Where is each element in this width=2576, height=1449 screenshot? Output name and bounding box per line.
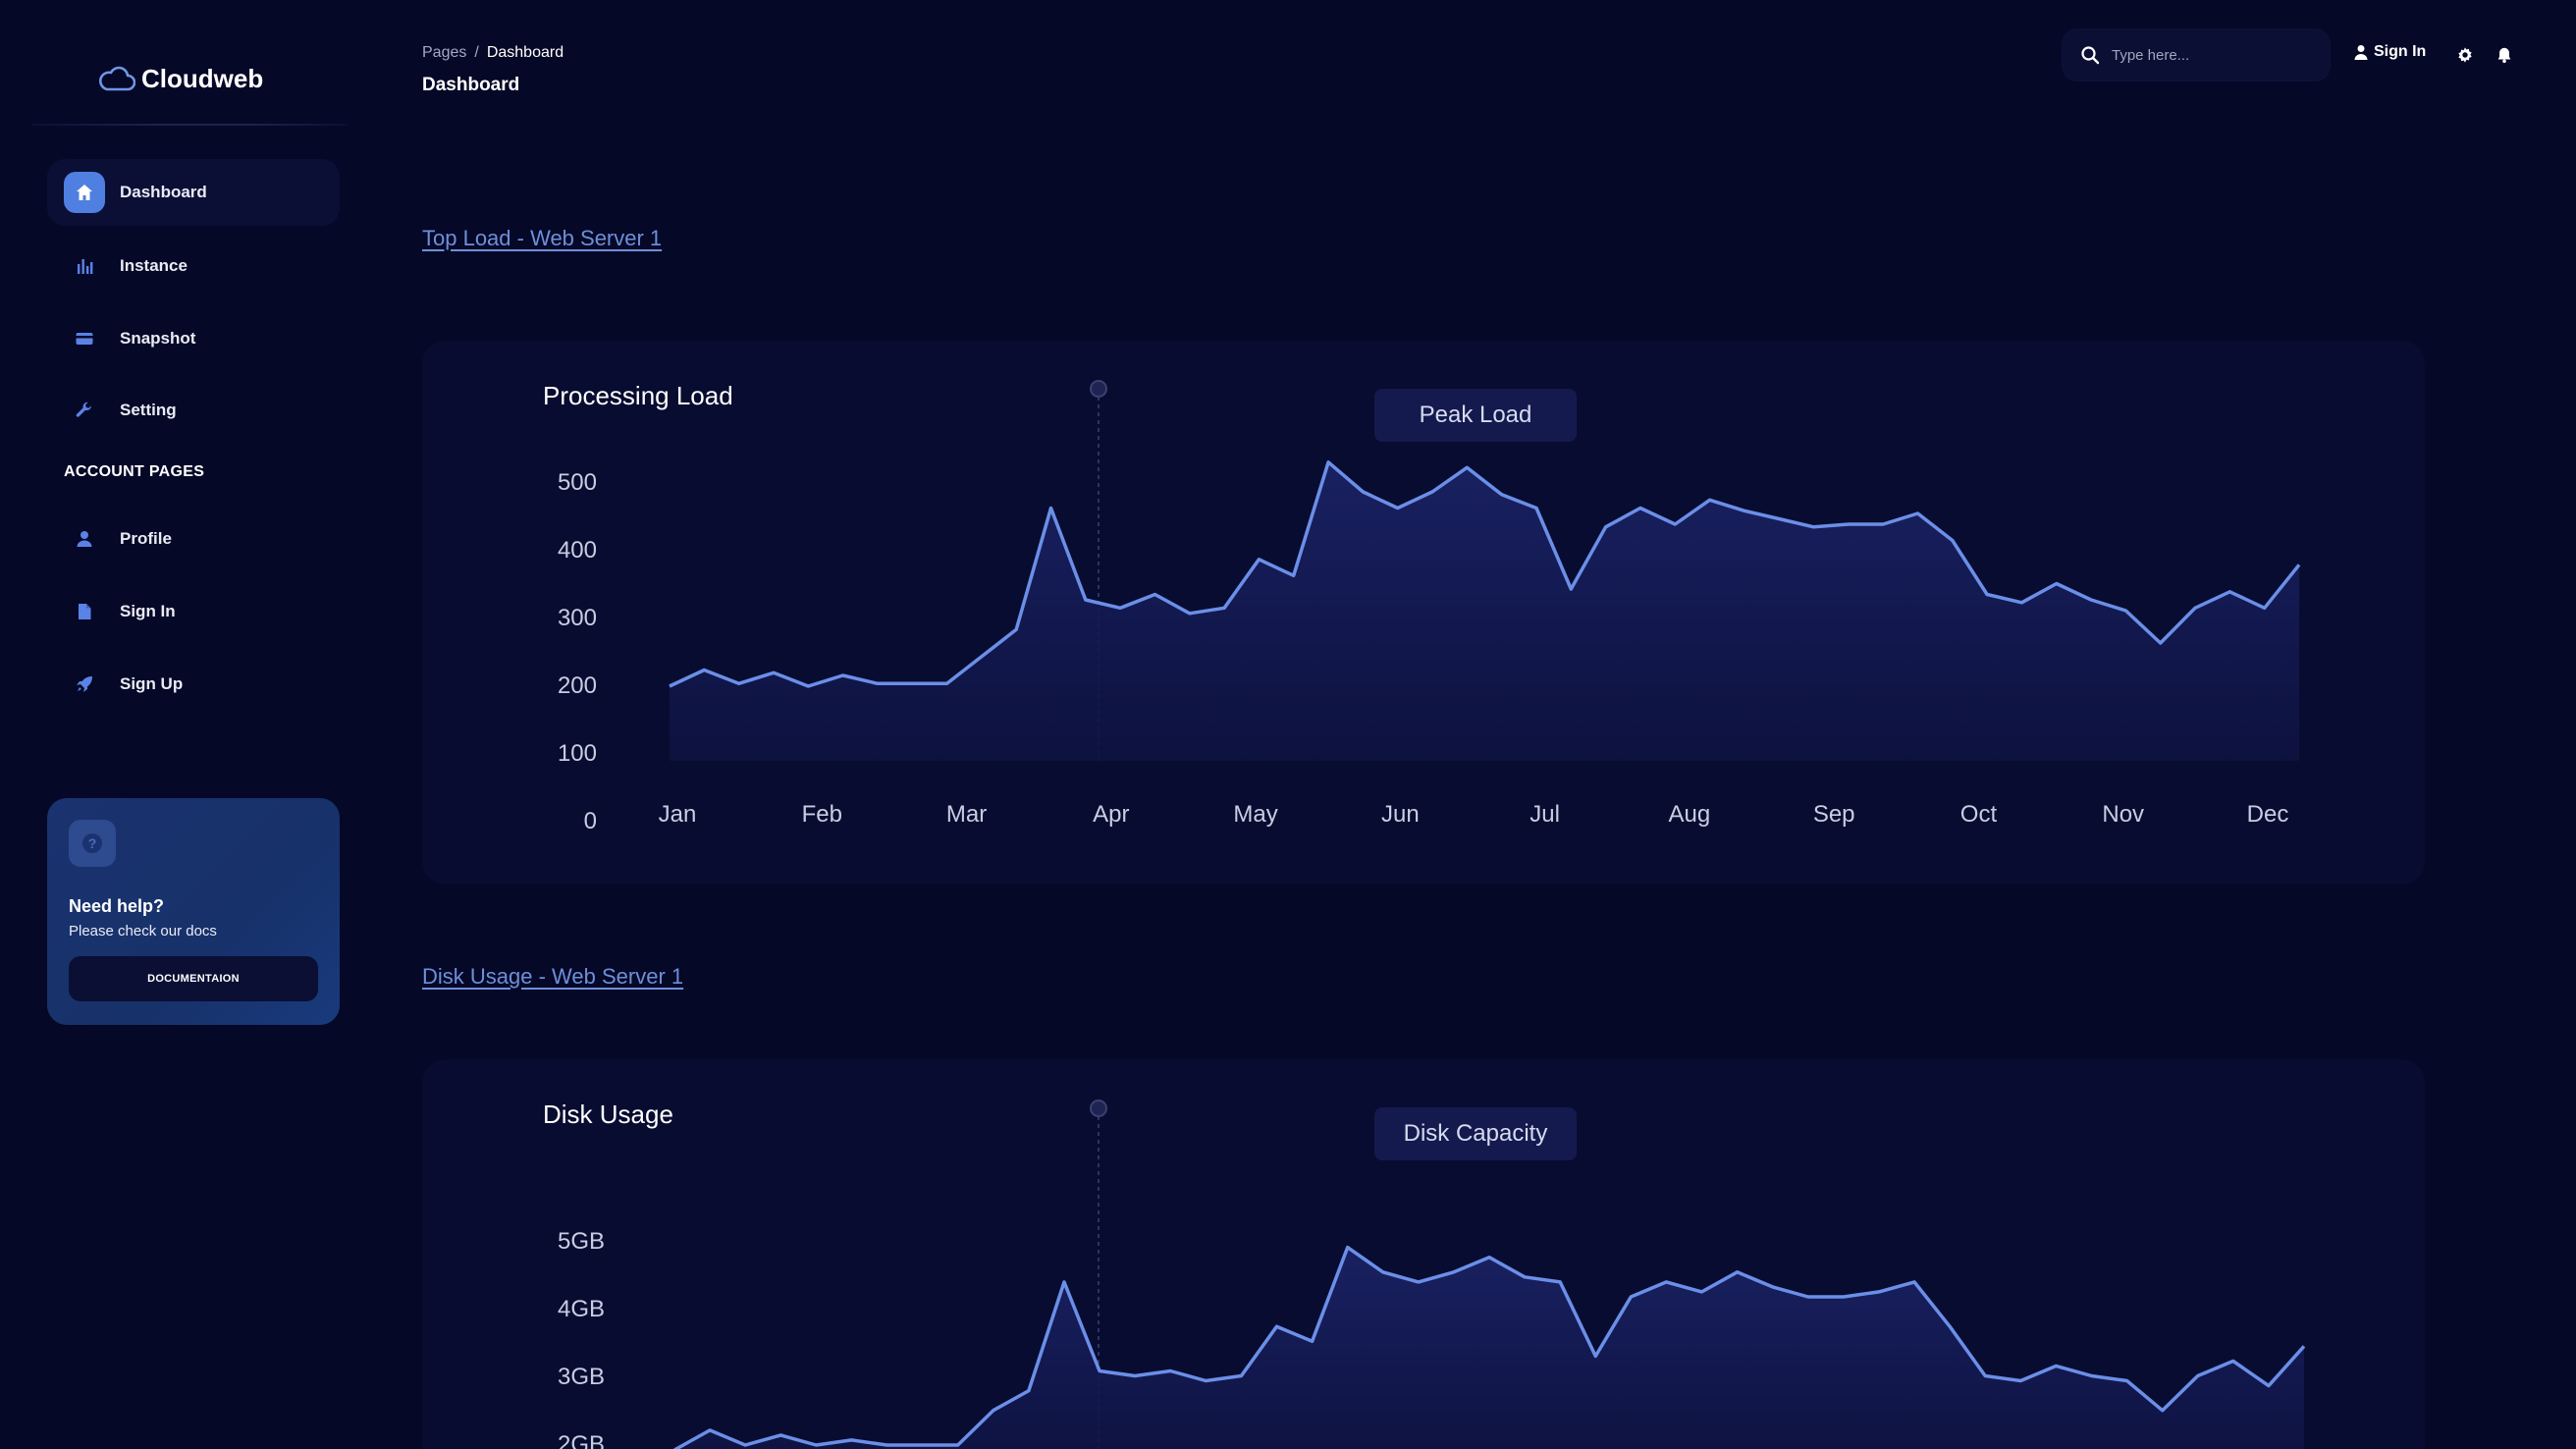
series-area — [670, 461, 2299, 761]
svg-text:?: ? — [88, 835, 97, 851]
sidebar-item-snapshot[interactable]: Snapshot — [47, 305, 340, 372]
sidebar-item-setting[interactable]: Setting — [47, 377, 340, 444]
sidebar-item-profile[interactable]: Profile — [47, 506, 340, 572]
brand-logo[interactable]: Cloudweb — [98, 59, 263, 98]
person-icon — [2354, 45, 2368, 60]
processing-load-chart: Processing Load 500 400 300 200 100 0 Jan Feb Mar… — [422, 341, 2425, 885]
chart-title: Disk Usage — [543, 1100, 673, 1129]
document-icon — [64, 591, 105, 632]
y-tick-label: 400 — [558, 537, 597, 564]
y-tick-label: 500 — [558, 469, 597, 496]
x-tick-label: Jan — [659, 801, 697, 828]
sidebar-item-dashboard[interactable]: Dashboard — [47, 159, 340, 226]
sidebar-divider — [31, 124, 348, 126]
chart-title: Processing Load — [543, 381, 733, 410]
x-tick-label: Oct — [1960, 801, 1998, 828]
credit-card-icon — [64, 318, 105, 359]
help-title: Need help? — [69, 896, 165, 916]
x-tick-label: May — [1233, 801, 1277, 828]
sidebar-item-label: Sign Up — [120, 674, 184, 693]
load-section-link[interactable]: Top Load - Web Server 1 — [422, 226, 662, 251]
wrench-icon — [64, 390, 105, 431]
y-tick-label: 5GB — [558, 1228, 605, 1255]
x-tick-label: Mar — [946, 801, 987, 828]
person-icon — [64, 518, 105, 560]
sidebar-item-label: Instance — [120, 256, 188, 275]
bar-chart-icon — [64, 245, 105, 287]
crosshair-dot — [1090, 380, 1107, 398]
documentation-button[interactable]: DOCUMENTAION — [69, 956, 318, 1001]
x-tick-label: Feb — [802, 801, 842, 828]
peak-load-legend[interactable]: Peak Load — [1374, 389, 1577, 442]
question-icon: ? — [69, 820, 116, 867]
search-input[interactable] — [2112, 46, 2308, 64]
breadcrumb-separator: / — [474, 44, 479, 61]
sidebar-item-label: Setting — [120, 401, 177, 419]
sidebar-item-sign-in[interactable]: Sign In — [47, 578, 340, 645]
search-icon — [2081, 46, 2100, 65]
help-subtitle: Please check our docs — [69, 923, 217, 939]
y-tick-label: 200 — [558, 672, 597, 699]
home-icon — [64, 172, 105, 213]
breadcrumb: Pages / Dashboard — [422, 44, 564, 62]
sidebar-item-label: Profile — [120, 529, 172, 548]
x-tick-label: Apr — [1093, 801, 1129, 828]
x-tick-label: Jul — [1530, 801, 1560, 828]
x-tick-label: Sep — [1813, 801, 1855, 828]
search-box[interactable] — [2062, 28, 2331, 81]
bell-icon[interactable] — [2496, 46, 2513, 64]
sidebar-item-instance[interactable]: Instance — [47, 233, 340, 299]
series-area — [675, 1247, 2304, 1449]
crosshair-dot — [1090, 1100, 1107, 1117]
x-tick-label: Jun — [1381, 801, 1420, 828]
disk-capacity-legend[interactable]: Disk Capacity — [1374, 1107, 1577, 1160]
cloud-icon — [98, 66, 135, 91]
page-title: Dashboard — [422, 75, 520, 95]
breadcrumb-root[interactable]: Pages — [422, 44, 466, 62]
brand-name: Cloudweb — [141, 63, 264, 93]
y-tick-label: 2GB — [558, 1431, 605, 1449]
y-tick-label: 300 — [558, 605, 597, 631]
sidebar-item-label: Snapshot — [120, 329, 196, 348]
sidebar: Cloudweb Dashboard Instance Snapshot Set… — [0, 0, 353, 1449]
disk-usage-chart: Disk Usage 5GB 4GB 3GB 2GB Disk Capacity — [422, 1059, 2425, 1449]
sidebar-item-label: Dashboard — [120, 183, 207, 201]
sidebar-item-label: Sign In — [120, 602, 176, 620]
y-tick-label: 4GB — [558, 1296, 605, 1322]
disk-section-link[interactable]: Disk Usage - Web Server 1 — [422, 964, 683, 990]
y-tick-label: 0 — [584, 808, 597, 834]
breadcrumb-current: Dashboard — [486, 44, 564, 61]
sign-in-link[interactable]: Sign In — [2354, 43, 2426, 61]
sign-in-label: Sign In — [2374, 43, 2427, 60]
x-tick-label: Nov — [2102, 801, 2144, 828]
sidebar-item-sign-up[interactable]: Sign Up — [47, 651, 340, 718]
account-pages-heading: ACCOUNT PAGES — [64, 463, 205, 480]
help-card: ? Need help? Please check our docs DOCUM… — [47, 798, 340, 1025]
y-tick-label: 100 — [558, 740, 597, 767]
x-tick-label: Dec — [2247, 801, 2289, 828]
rocket-icon — [64, 664, 105, 705]
x-tick-label: Aug — [1669, 801, 1711, 828]
gear-icon[interactable] — [2456, 46, 2474, 64]
y-tick-label: 3GB — [558, 1364, 605, 1390]
